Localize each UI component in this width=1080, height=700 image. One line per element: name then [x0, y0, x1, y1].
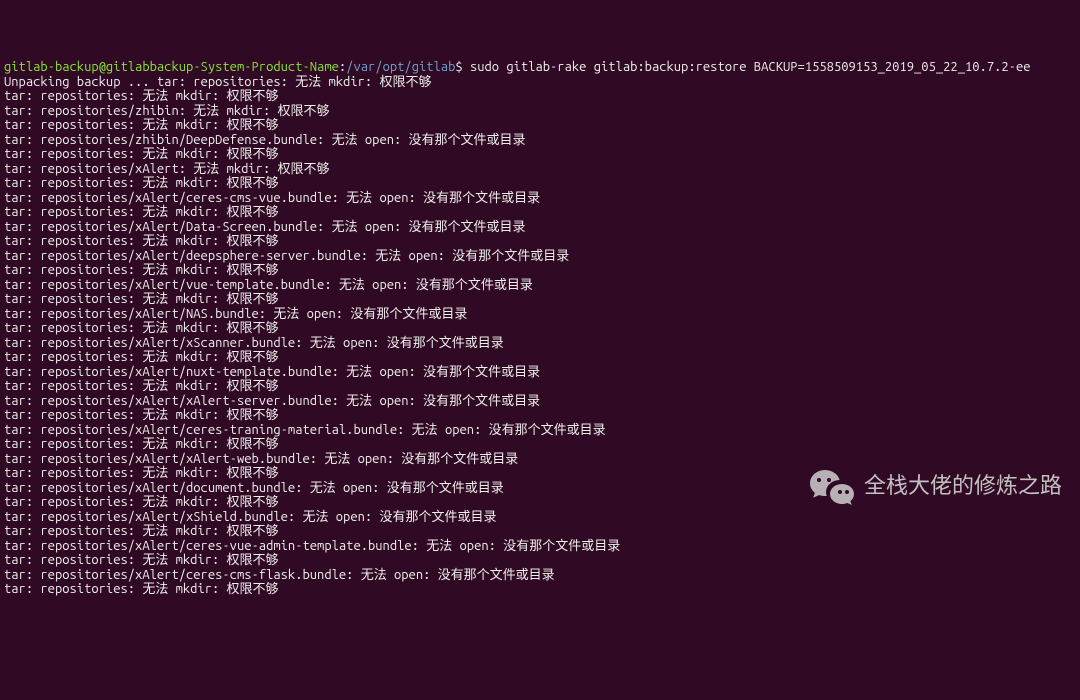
prompt-user-host: gitlab-backup@gitlabbackup-System-Produc… — [4, 60, 339, 74]
watermark: 全栈大佬的修炼之路 — [810, 468, 1062, 504]
prompt-dollar: $ — [455, 60, 470, 74]
watermark-text: 全栈大佬的修炼之路 — [864, 479, 1062, 494]
wechat-icon — [810, 468, 854, 504]
prompt-path: /var/opt/gitlab — [346, 60, 455, 74]
command-text: sudo gitlab-rake gitlab:backup:restore B… — [470, 60, 1031, 74]
output-lines: Unpacking backup ... tar: repositories: … — [4, 75, 1076, 597]
terminal-output[interactable]: gitlab-backup@gitlabbackup-System-Produc… — [0, 58, 1080, 599]
